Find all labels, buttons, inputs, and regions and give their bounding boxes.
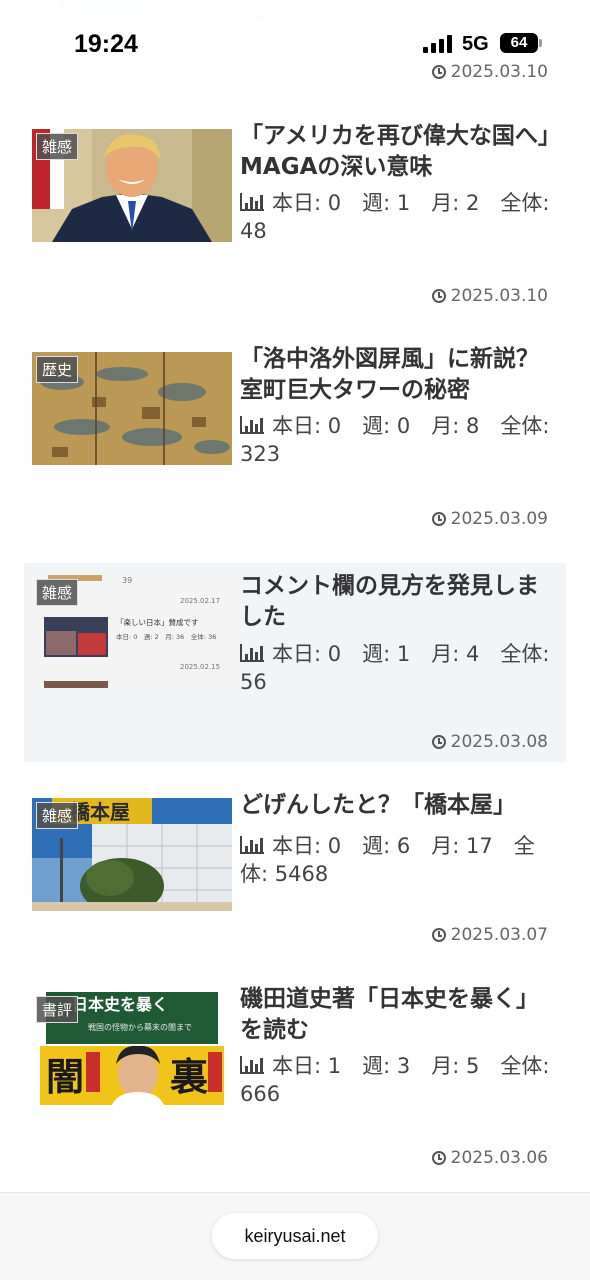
post-date: 2025.03.09 <box>450 509 548 529</box>
category-badge: 雑感 <box>36 802 79 829</box>
list-item[interactable]: 橋本屋 雑感 どげんしたと？「橋本屋」 本日: 0 週: 6 月: 17 全体:… <box>24 790 566 990</box>
post-thumbnail[interactable]: 39 2025.02.17 「楽しい日本」賛成です 本日: 0 週: 2 月: … <box>32 575 232 688</box>
post-date-row: 2025.03.10 <box>431 286 548 306</box>
screenshot-date: 2025.02.17 <box>180 597 220 605</box>
book-title-text: 日本史を暴く <box>72 995 168 1014</box>
category-badge: 雑感 <box>36 579 79 606</box>
screenshot-date: 2025.02.15 <box>180 663 220 671</box>
post-date: 2025.03.08 <box>450 732 548 752</box>
book-cover-left: 闇 <box>46 1054 84 1099</box>
chart-icon <box>240 1056 264 1074</box>
post-stats-text: 本日: 0 週: 1 月: 4 全体: 56 <box>240 642 550 694</box>
post-title[interactable]: 「洛中洛外図屏風」に新説？室町巨大タワーの秘密 <box>240 344 560 406</box>
post-thumbnail[interactable]: 日本史を暴く 戦国の怪物から幕末の闇まで 闇 裏 書評 <box>32 992 232 1105</box>
post-date: 2025.03.10 <box>450 62 548 82</box>
clock-icon <box>431 512 446 526</box>
screenshot-count: 39 <box>122 576 132 585</box>
book-cover-right: 裏 <box>170 1054 208 1099</box>
post-title[interactable]: 「アメリカを再び偉大な国へ」MAGAの深い意味 <box>240 121 560 183</box>
post-thumbnail[interactable]: 雑感 <box>32 129 232 242</box>
screenshot-stats: 本日: 0 週: 2 月: 36 全体: 36 <box>116 632 216 641</box>
post-stats: 本日: 0 週: 0 月: 8 全体: 323 <box>240 412 560 468</box>
chart-icon <box>240 416 264 434</box>
post-title[interactable]: コメント欄の見方を発見しました <box>240 571 560 633</box>
post-date-row: 2025.03.09 <box>431 509 548 529</box>
battery-level: 64 <box>510 34 528 51</box>
category-badge: 雑感 <box>36 133 79 160</box>
chart-icon <box>240 836 264 854</box>
post-date: 2025.03.06 <box>450 1148 548 1168</box>
post-stats-text: 本日: 0 週: 0 月: 8 全体: 323 <box>240 414 550 466</box>
screenshot-title: 「楽しい日本」賛成です <box>116 617 199 627</box>
battery-icon: 64 <box>500 33 542 53</box>
post-stats: 本日: 0 週: 6 月: 17 全体: 5468 <box>240 832 560 888</box>
post-date-row: 2025.03.06 <box>431 1148 548 1168</box>
post-thumbnail[interactable]: 歴史 <box>32 352 232 465</box>
clock-icon <box>431 1151 446 1165</box>
post-stats-text: 本日: 0 週: 6 月: 17 全体: 5468 <box>240 834 535 886</box>
store-sign-text: 橋本屋 <box>70 800 130 824</box>
post-stats-text: 本日: 1 週: 3 月: 5 全体: 666 <box>240 1054 550 1106</box>
network-type: 5G <box>462 33 489 55</box>
clock-icon <box>431 735 446 749</box>
post-date-row: 2025.03.07 <box>431 925 548 945</box>
post-date-row: 2025.03.08 <box>431 732 548 752</box>
clock-icon <box>431 65 446 79</box>
post-stats-text: 本日: 0 週: 1 月: 2 全体: 48 <box>240 191 550 243</box>
post-stats: 本日: 0 週: 1 月: 2 全体: 48 <box>240 189 560 245</box>
partial-post-date: 2025.03.10 <box>431 62 548 82</box>
chart-icon <box>240 644 264 662</box>
browser-bottom-bar: keiryusai.net <box>0 1192 590 1280</box>
category-badge: 歴史 <box>36 356 79 383</box>
post-date: 2025.03.10 <box>450 286 548 306</box>
post-stats: 本日: 0 週: 1 月: 4 全体: 56 <box>240 640 560 696</box>
signal-icon <box>423 35 453 53</box>
post-stats: 本日: 1 週: 3 月: 5 全体: 666 <box>240 1052 560 1108</box>
address-bar[interactable]: keiryusai.net <box>212 1213 378 1259</box>
category-badge: 書評 <box>36 996 79 1023</box>
clock-icon <box>431 289 446 303</box>
clock-icon <box>431 928 446 942</box>
post-title[interactable]: 磯田道史著「日本史を暴く」を読む <box>240 984 560 1046</box>
post-thumbnail[interactable]: 橋本屋 雑感 <box>32 798 232 911</box>
status-time: 19:24 <box>74 30 138 58</box>
post-title[interactable]: どげんしたと？「橋本屋」 <box>240 790 560 821</box>
book-subtitle-text: 戦国の怪物から幕末の闇まで <box>88 1022 192 1032</box>
post-date: 2025.03.07 <box>450 925 548 945</box>
chart-icon <box>240 193 264 211</box>
